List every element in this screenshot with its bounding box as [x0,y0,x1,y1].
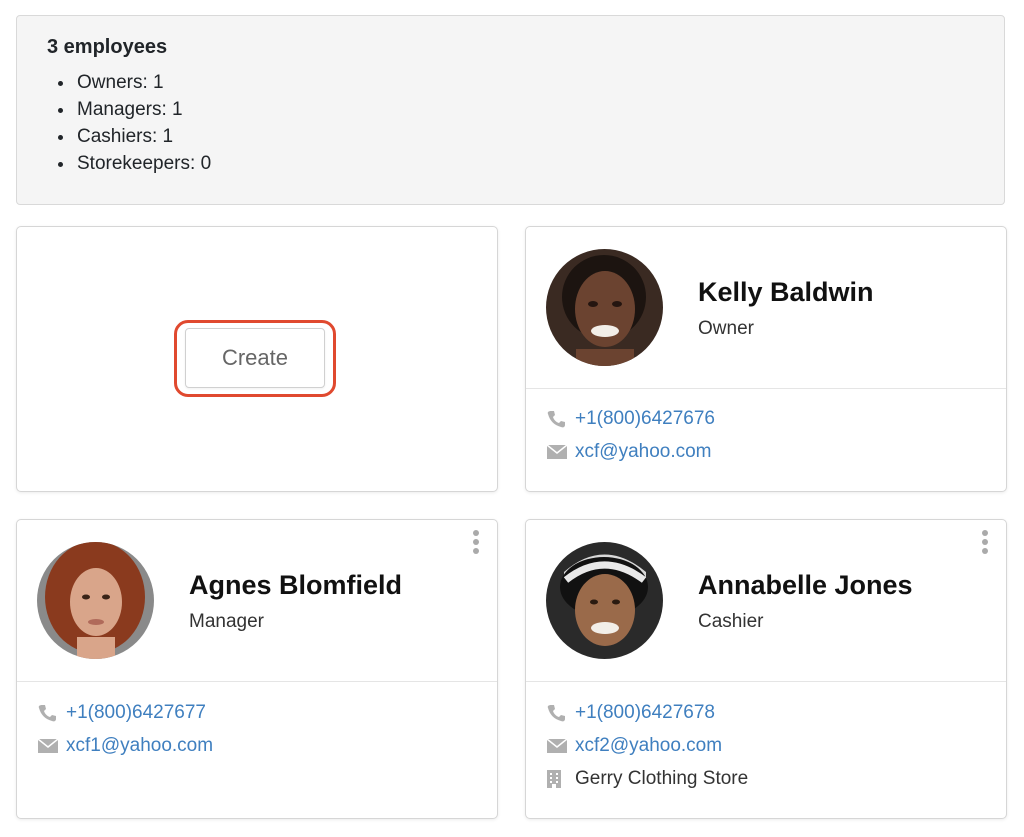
employee-card[interactable]: Kelly Baldwin Owner +1(800)6427676 xcf@y… [525,226,1007,492]
avatar [546,542,663,659]
email-row: xcf1@yahoo.com [38,735,213,757]
employee-summary-panel: 3 employees Owners: 1 Managers: 1 Cashie… [16,15,1005,205]
employee-card[interactable]: Annabelle Jones Cashier +1(800)6427678 x… [525,519,1007,819]
envelope-icon [547,737,569,755]
phone-icon [547,704,569,722]
employee-card-header: Agnes Blomfield Manager [17,520,497,681]
employee-role: Owner [698,318,754,339]
card-divider [526,681,1006,682]
employee-role: Manager [189,611,264,632]
phone-row: +1(800)6427678 [547,702,715,724]
phone-row: +1(800)6427676 [547,408,715,430]
role-count-list: Owners: 1 Managers: 1 Cashiers: 1 Storek… [47,69,974,177]
role-count-owners: Owners: 1 [75,69,974,96]
envelope-icon [38,737,60,755]
role-count-cashiers: Cashiers: 1 [75,123,974,150]
email-row: xcf@yahoo.com [547,441,712,463]
email-link[interactable]: xcf@yahoo.com [575,441,712,463]
avatar [546,249,663,366]
phone-icon [38,704,60,722]
employee-count-title: 3 employees [47,36,168,58]
employee-card-header: Kelly Baldwin Owner [526,227,1006,388]
create-button[interactable]: Create [185,328,325,388]
role-count-managers: Managers: 1 [75,96,974,123]
avatar [37,542,154,659]
employee-card-header: Annabelle Jones Cashier [526,520,1006,681]
email-link[interactable]: xcf2@yahoo.com [575,735,722,757]
employee-name[interactable]: Annabelle Jones [698,570,913,601]
kebab-menu-icon[interactable] [471,530,481,558]
phone-row: +1(800)6427677 [38,702,206,724]
employee-name[interactable]: Agnes Blomfield [189,570,402,601]
employee-card[interactable]: Agnes Blomfield Manager +1(800)6427677 x… [16,519,498,819]
phone-link[interactable]: +1(800)6427678 [575,702,715,724]
card-divider [17,681,497,682]
phone-icon [547,410,569,428]
envelope-icon [547,443,569,461]
kebab-menu-icon[interactable] [980,530,990,558]
card-divider [526,388,1006,389]
store-row: Gerry Clothing Store [547,768,748,790]
phone-link[interactable]: +1(800)6427677 [66,702,206,724]
email-link[interactable]: xcf1@yahoo.com [66,735,213,757]
store-name: Gerry Clothing Store [575,768,749,789]
email-row: xcf2@yahoo.com [547,735,722,757]
employee-role: Cashier [698,611,764,632]
employee-name[interactable]: Kelly Baldwin [698,277,874,308]
phone-link[interactable]: +1(800)6427676 [575,408,715,430]
building-icon [547,770,569,788]
role-count-storekeepers: Storekeepers: 0 [75,150,974,177]
create-employee-card: Create [16,226,498,492]
